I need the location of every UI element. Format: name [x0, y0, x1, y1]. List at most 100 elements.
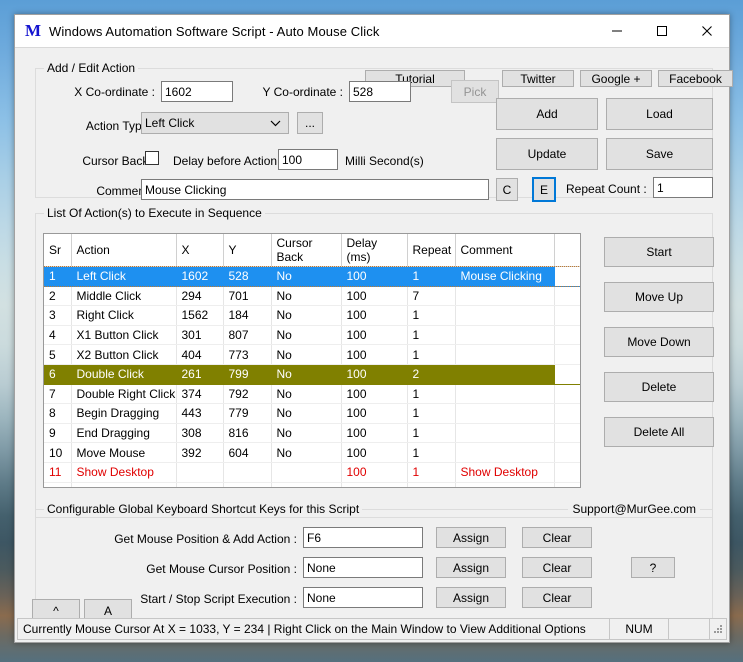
action-type-more-button[interactable]: ... — [297, 112, 323, 134]
table-row[interactable]: 1 Left Click 1602 528 No 100 1 Mouse Clicking — [44, 265, 580, 288]
table-cell-cursor_back: No — [271, 384, 342, 405]
assign-button-cursor-position[interactable]: Assign — [436, 557, 506, 578]
table-cell-action: Double Click — [71, 364, 177, 385]
application-window: M Windows Automation Software Script - A… — [14, 14, 733, 643]
table-cell-cursor_back: No — [271, 364, 342, 385]
delay-input[interactable] — [278, 149, 338, 170]
table-cell-cursor_back: No — [271, 344, 342, 365]
column-header-repeat[interactable]: Repeat — [407, 234, 456, 267]
table-cell-repeat: 7 — [407, 286, 456, 307]
action-list-grid[interactable]: Sr Action X Y Cursor Back Delay (ms) Rep… — [43, 233, 581, 488]
table-cell-cursor_back: No — [271, 286, 342, 307]
table-row[interactable]: 2 Middle Click 294 701 No 100 7 — [44, 286, 580, 307]
table-row[interactable]: 12Hot Key 100250 — [44, 482, 580, 487]
column-header-sr[interactable]: Sr — [44, 234, 72, 267]
table-cell-x: 308 — [176, 423, 224, 444]
table-row[interactable]: 5 X2 Button Click 404 773 No 100 1 — [44, 344, 580, 365]
assign-button-add-action[interactable]: Assign — [436, 527, 506, 548]
table-cell-y — [223, 482, 272, 487]
column-header-delay[interactable]: Delay (ms) — [341, 234, 408, 267]
comment-input[interactable] — [141, 179, 489, 200]
move-down-button[interactable]: Move Down — [604, 327, 714, 357]
table-row[interactable]: 4 X1 Button Click 301 807 No 100 1 — [44, 325, 580, 346]
maximize-button[interactable] — [639, 15, 684, 47]
table-cell-sr: 10 — [44, 442, 72, 463]
start-button[interactable]: Start — [604, 237, 714, 267]
action-table-body: 1 Left Click 1602 528 No 100 1 Mouse Clicking 2 M… — [44, 265, 580, 487]
column-header-action[interactable]: Action — [71, 234, 177, 267]
move-up-button[interactable]: Move Up — [604, 282, 714, 312]
delete-all-button[interactable]: Delete All — [604, 417, 714, 447]
action-type-select[interactable]: Left Click — [141, 112, 289, 134]
column-header-x[interactable]: X — [176, 234, 224, 267]
clear-button-cursor-position[interactable]: Clear — [522, 557, 592, 578]
resize-grip-icon[interactable] — [709, 619, 726, 639]
table-cell-comment — [455, 423, 555, 444]
facebook-button[interactable]: Facebook — [658, 70, 733, 87]
status-message: Currently Mouse Cursor At X = 1033, Y = … — [23, 622, 586, 636]
table-cell-filler — [554, 442, 580, 463]
clear-button-start-stop[interactable]: Clear — [522, 587, 592, 608]
assign-button-start-stop[interactable]: Assign — [436, 587, 506, 608]
save-button[interactable]: Save — [606, 138, 713, 170]
table-cell-cursor_back: No — [271, 325, 342, 346]
table-cell-x: 392 — [176, 442, 224, 463]
table-cell-y: 701 — [223, 286, 272, 307]
table-cell-delay: 100 — [341, 266, 408, 287]
shortcut-input-add-action[interactable] — [303, 527, 423, 548]
delete-button[interactable]: Delete — [604, 372, 714, 402]
client-area: Add / Edit Action Tutorial Twitter Googl… — [15, 47, 733, 642]
table-row[interactable]: 7 Double Right Click 374 792 No 100 1 — [44, 384, 580, 405]
close-button[interactable] — [684, 15, 729, 47]
table-cell-repeat: 1 — [407, 403, 456, 424]
table-row[interactable]: 11 Show Desktop 100 1 Show Desktop — [44, 462, 580, 483]
table-cell-repeat: 1 — [407, 423, 456, 444]
add-button[interactable]: Add — [496, 98, 598, 130]
table-cell-x — [176, 482, 224, 487]
table-cell-delay: 100 — [341, 403, 408, 424]
table-row[interactable]: 3 Right Click 1562 184 No 100 1 — [44, 305, 580, 326]
shortcut-input-start-stop[interactable] — [303, 587, 423, 608]
table-row[interactable]: 9 End Dragging 308 816 No 100 1 — [44, 423, 580, 444]
table-cell-delay: 100 — [341, 423, 408, 444]
action-type-combo[interactable]: Left Click — [141, 112, 289, 134]
load-button[interactable]: Load — [606, 98, 713, 130]
y-coordinate-label: Y Co-ordinate : — [262, 85, 344, 99]
table-cell-y: 604 — [223, 442, 272, 463]
column-header-y[interactable]: Y — [223, 234, 272, 267]
google-plus-button[interactable]: Google + — [580, 70, 652, 87]
shortcut-input-cursor-position[interactable] — [303, 557, 423, 578]
pick-button[interactable]: Pick — [451, 80, 499, 103]
table-row[interactable]: 6 Double Click 261 799 No 100 2 — [44, 364, 580, 385]
repeat-count-input[interactable] — [653, 177, 713, 198]
column-header-comment[interactable]: Comment — [455, 234, 555, 267]
status-num-indicator: NUM — [609, 619, 668, 639]
minimize-button[interactable] — [594, 15, 639, 47]
twitter-button[interactable]: Twitter — [502, 70, 574, 87]
table-cell-cursor_back: No — [271, 423, 342, 444]
table-cell-sr: 12 — [44, 482, 72, 487]
table-cell-x: 294 — [176, 286, 224, 307]
help-button[interactable]: ? — [631, 557, 675, 578]
cursor-back-checkbox[interactable] — [145, 151, 159, 165]
table-cell-filler — [554, 266, 580, 287]
table-header-row: Sr Action X Y Cursor Back Delay (ms) Rep… — [44, 234, 580, 267]
table-cell-action: Left Click — [71, 266, 177, 287]
x-coordinate-label: X Co-ordinate : — [74, 85, 155, 99]
shortcut-label-start-stop: Start / Stop Script Execution : — [140, 592, 297, 606]
table-row[interactable]: 10 Move Mouse 392 604 No 100 1 — [44, 442, 580, 463]
table-row[interactable]: 8 Begin Dragging 443 779 No 100 1 — [44, 403, 580, 424]
table-cell-cursor_back: No — [271, 403, 342, 424]
table-cell-repeat: 2 — [407, 364, 456, 385]
edit-comment-button[interactable]: E — [532, 177, 556, 202]
table-cell-filler — [554, 286, 580, 307]
table-cell-delay: 100 — [341, 364, 408, 385]
update-button[interactable]: Update — [496, 138, 598, 170]
column-header-cursor-back[interactable]: Cursor Back — [271, 234, 342, 267]
table-cell-sr: 4 — [44, 325, 72, 346]
y-coordinate-input[interactable] — [349, 81, 411, 102]
clear-comment-button[interactable]: C — [496, 178, 518, 201]
table-cell-comment — [455, 364, 555, 385]
clear-button-add-action[interactable]: Clear — [522, 527, 592, 548]
x-coordinate-input[interactable] — [161, 81, 233, 102]
